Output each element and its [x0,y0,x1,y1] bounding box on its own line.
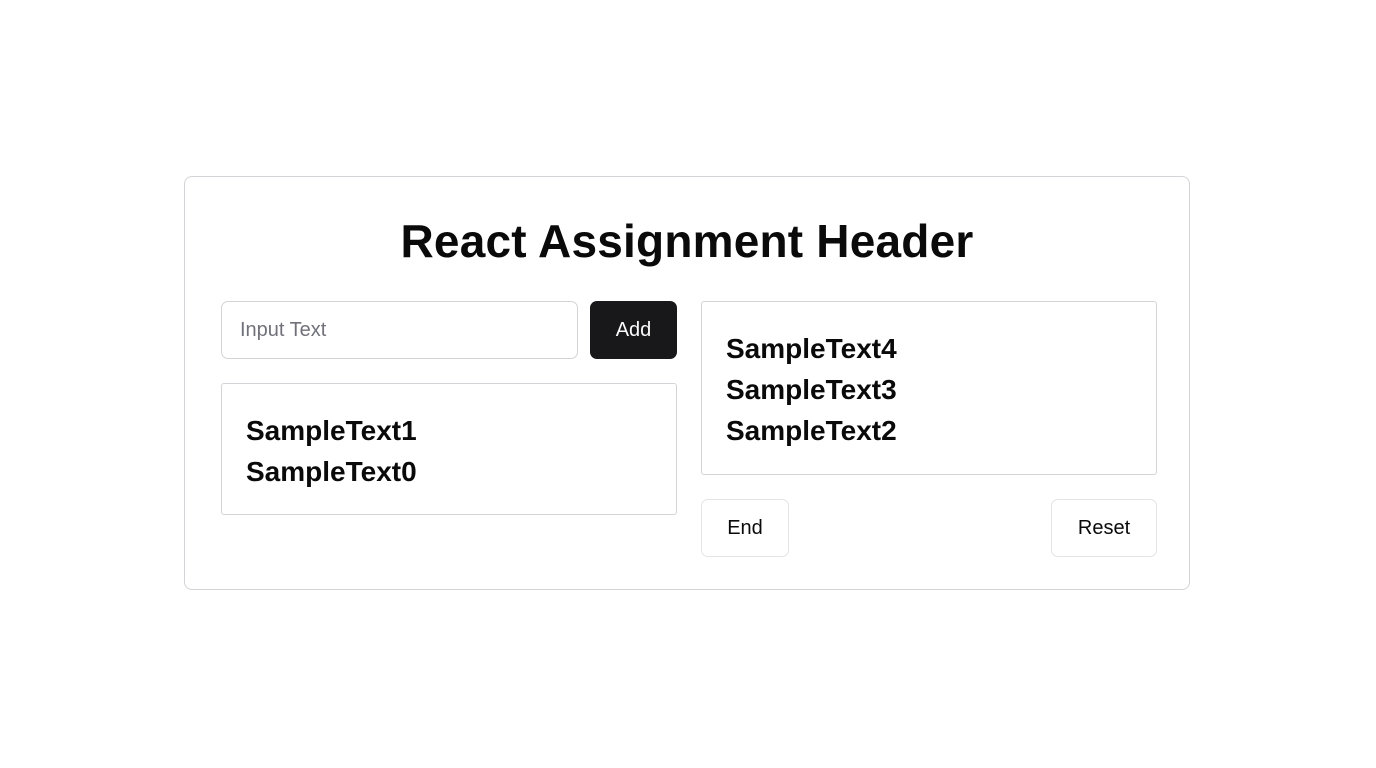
list-item: SampleText3 [726,374,897,405]
left-list: SampleText1 SampleText0 [221,383,677,515]
add-button[interactable]: Add [590,301,677,359]
text-input[interactable] [221,301,578,359]
list-item: SampleText1 [246,415,417,446]
end-button[interactable]: End [701,499,789,557]
reset-button[interactable]: Reset [1051,499,1157,557]
list-item: SampleText2 [726,415,897,446]
list-item: SampleText0 [246,456,417,487]
right-list: SampleText4 SampleText3 SampleText2 [701,301,1157,475]
list-item: SampleText4 [726,333,897,364]
page-title: React Assignment Header [400,215,974,267]
main-card: React Assignment Header Add SampleText1 … [184,176,1190,590]
